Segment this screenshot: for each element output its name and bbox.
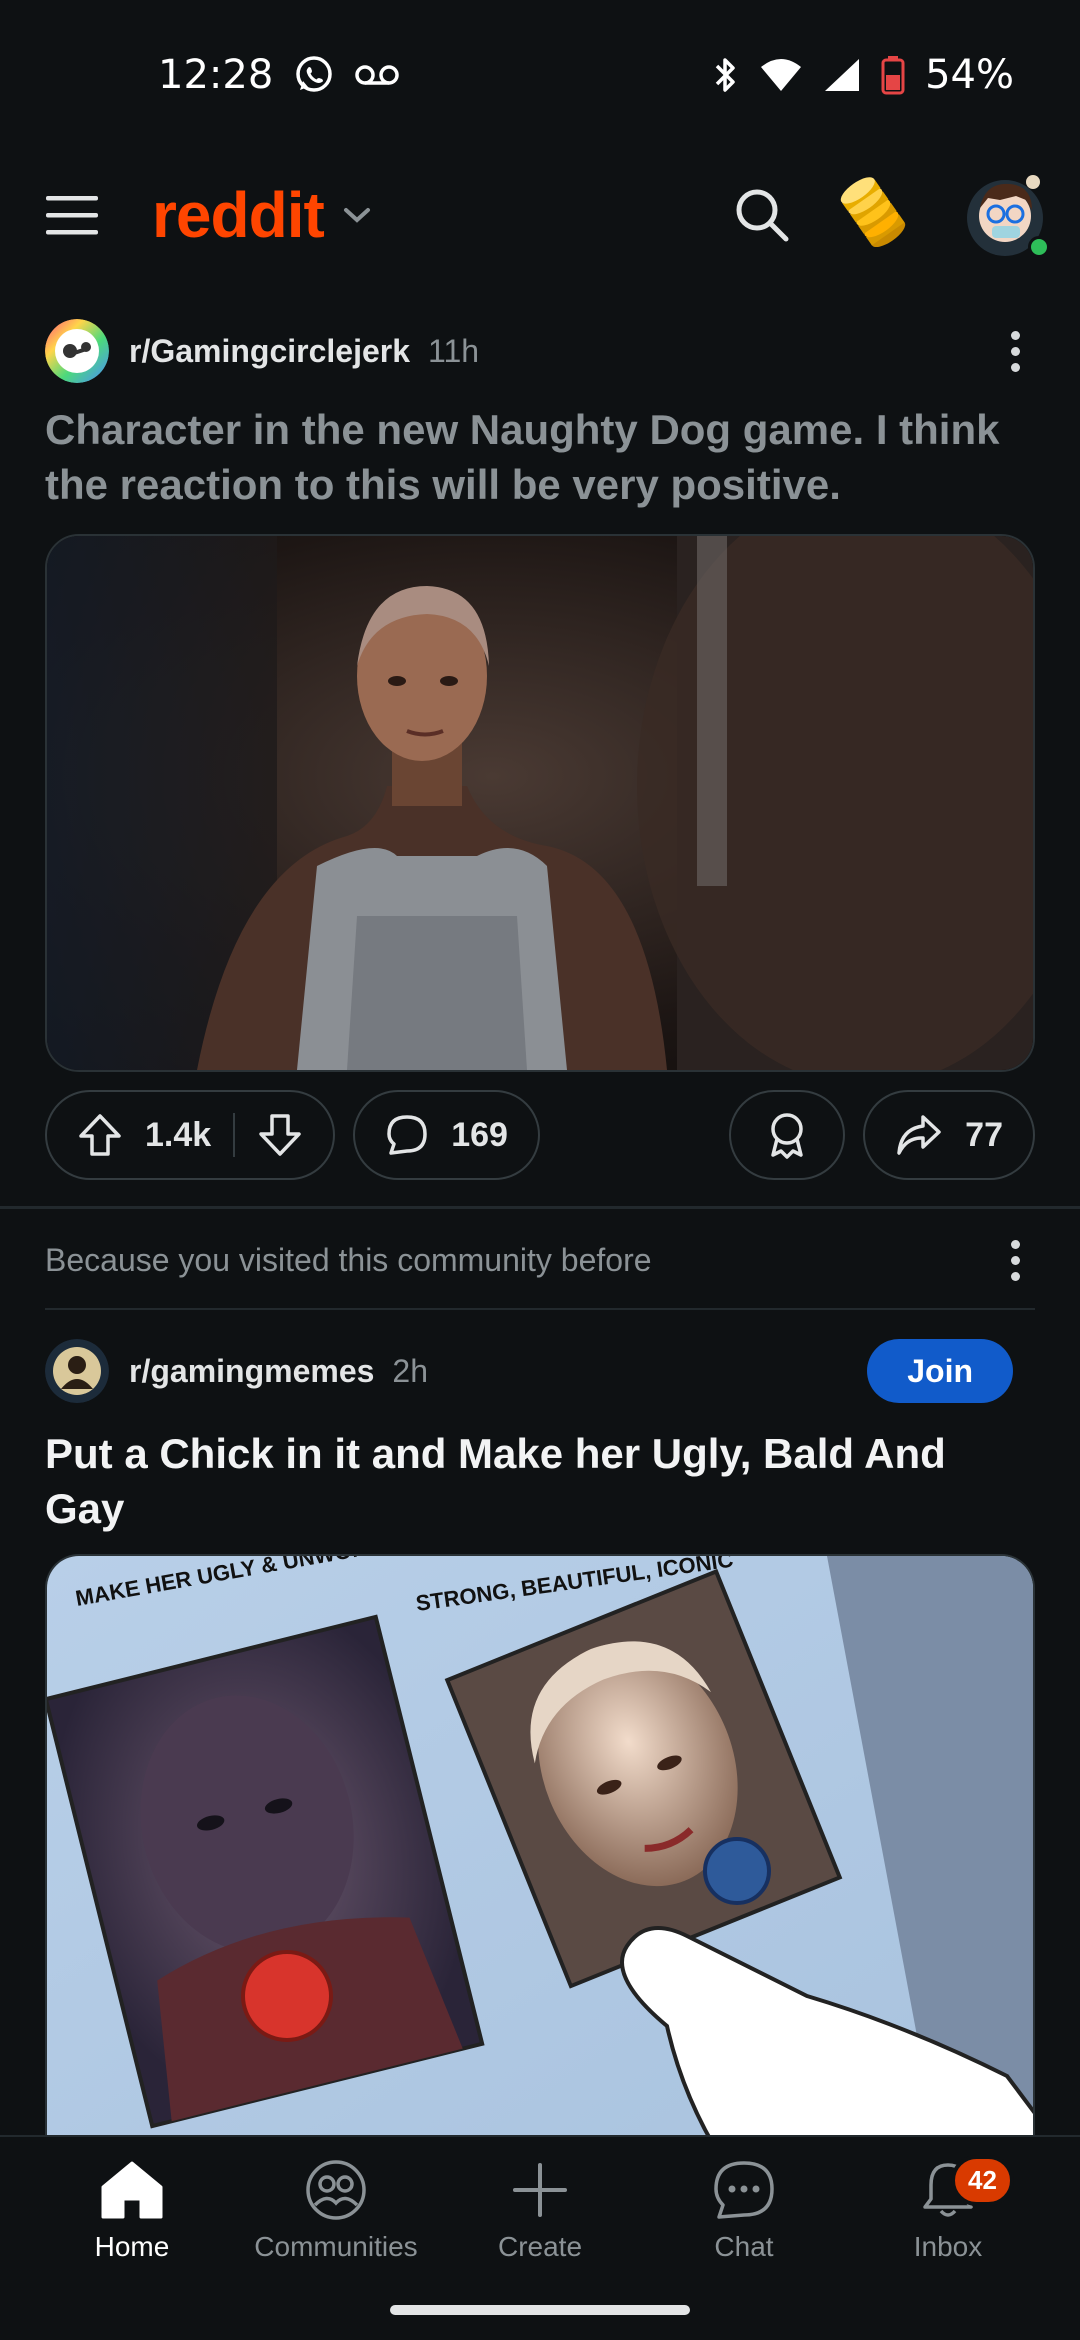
post-actions: 1.4k 169 77 [0, 1088, 1080, 1182]
upvote-icon[interactable] [77, 1112, 123, 1158]
home-icon [101, 2161, 163, 2219]
voicemail-icon [355, 65, 400, 85]
post-meta: r/Gamingcirclejerk 11h [0, 306, 1080, 396]
more-options-icon[interactable] [995, 330, 1035, 372]
wifi-icon [761, 59, 802, 91]
nav-chat-label: Chat [714, 2231, 774, 2262]
nav-inbox-label: Inbox [913, 2231, 983, 2262]
more-options-icon[interactable] [995, 1239, 1035, 1281]
status-time: 12:28 [158, 52, 274, 98]
nav-communities-label: Communities [254, 2231, 418, 2262]
bluetooth-icon [715, 58, 735, 92]
avatar[interactable] [960, 170, 1050, 260]
subreddit-icon[interactable] [45, 1339, 109, 1403]
recommendation-reason: Because you visited this community befor… [45, 1241, 652, 1278]
chat-icon [714, 2161, 774, 2219]
search-icon[interactable] [734, 187, 790, 243]
award-icon [771, 1113, 803, 1159]
subreddit-icon[interactable] [45, 319, 109, 383]
status-bar: 12:28 54% [0, 0, 1080, 150]
comment-icon [387, 1115, 427, 1155]
post-image[interactable]: MAKE HER UGLY & UNWOMAN A WOMAN TO PUSH … [45, 1554, 1035, 2194]
nav-inbox[interactable]: 42 Inbox [853, 2137, 1043, 2340]
battery-percent: 54% [925, 52, 1014, 98]
share-button[interactable]: 77 [863, 1090, 1035, 1180]
post-meta: r/gamingmemes 2h Join [0, 1326, 1080, 1416]
recommendation-row: Because you visited this community befor… [0, 1210, 1080, 1310]
subreddit-name[interactable]: r/gamingmemes [129, 1353, 374, 1390]
comments-button[interactable]: 169 [353, 1090, 540, 1180]
post-image[interactable] [45, 534, 1035, 1072]
battery-low-icon [881, 56, 905, 95]
nav-home[interactable]: Home [37, 2137, 227, 2340]
gold-coins-icon[interactable] [840, 170, 910, 260]
nav-create-label: Create [497, 2231, 583, 2262]
cellular-signal-icon [825, 59, 860, 91]
post-title[interactable]: Put a Chick in it and Make her Ugly, Bal… [0, 1426, 1080, 1536]
upvote-count: 1.4k [145, 1115, 212, 1154]
whatsapp-icon [296, 56, 333, 92]
menu-icon[interactable] [46, 194, 98, 236]
post-title[interactable]: Character in the new Naughty Dog game. I… [0, 402, 1080, 512]
post-card[interactable]: r/gamingmemes 2h Join Put a Chick in it … [0, 1326, 1080, 2194]
reddit-logo[interactable]: reddit [152, 178, 325, 252]
share-icon [897, 1115, 941, 1155]
nav-home-label: Home [94, 2231, 170, 2262]
chevron-down-icon[interactable] [342, 205, 372, 225]
downvote-icon[interactable] [257, 1112, 303, 1158]
communities-icon [306, 2160, 366, 2220]
subreddit-name[interactable]: r/Gamingcirclejerk [129, 333, 410, 370]
award-button[interactable] [729, 1090, 846, 1180]
gesture-bar[interactable] [390, 2305, 690, 2315]
feed-divider [0, 1206, 1080, 1209]
comment-count: 169 [451, 1115, 508, 1154]
vote-control: 1.4k [45, 1090, 336, 1180]
post-age: 11h [428, 332, 480, 369]
join-button[interactable]: Join [867, 1339, 1013, 1403]
post-age: 2h [392, 1352, 429, 1389]
post-card[interactable]: r/Gamingcirclejerk 11h Character in the … [0, 306, 1080, 1182]
plus-icon [513, 2163, 567, 2217]
app-header: reddit [0, 150, 1080, 280]
online-status-dot [1028, 236, 1050, 258]
share-count: 77 [965, 1115, 1003, 1154]
inbox-badge: 42 [951, 2155, 1014, 2206]
